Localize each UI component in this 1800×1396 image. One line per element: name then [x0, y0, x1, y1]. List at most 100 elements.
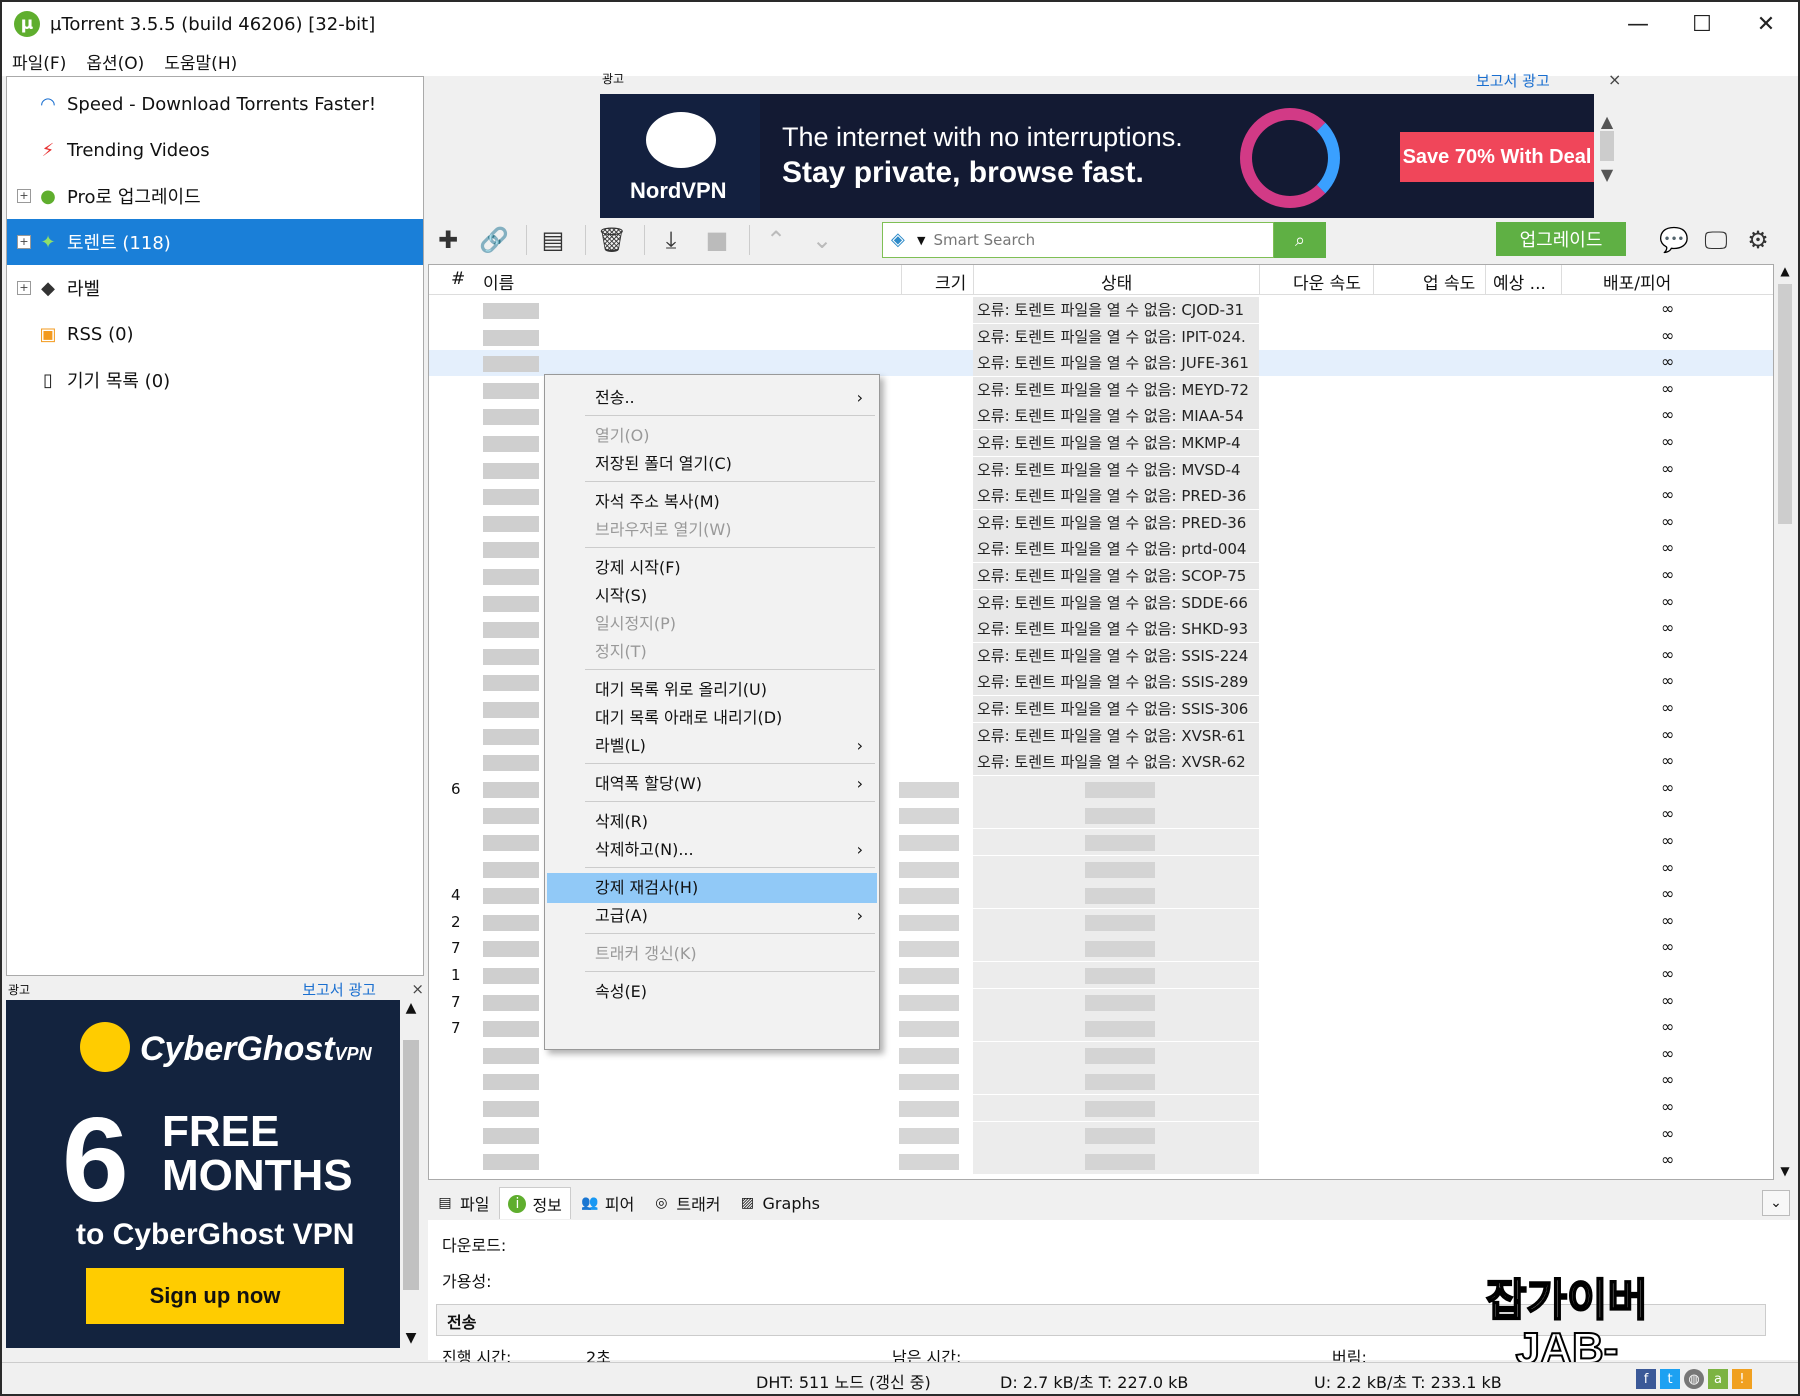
col-up-speed[interactable]: 업 속도: [1423, 269, 1475, 294]
sidebar-item-labels[interactable]: + ◆ 라벨: [7, 265, 423, 311]
stop-icon[interactable]: ■: [697, 220, 737, 260]
nordvpn-ad[interactable]: NordVPN The internet with no interruptio…: [600, 94, 1594, 218]
collapse-panel-icon[interactable]: ⌄: [1762, 1190, 1790, 1216]
gear-icon[interactable]: ⚙: [1738, 220, 1778, 260]
table-row[interactable]: ∞: [429, 1095, 1773, 1121]
tab-peers[interactable]: 👥 피어: [573, 1187, 642, 1219]
smart-search-box[interactable]: ◈ ▼ Smart Search: [882, 222, 1274, 258]
tab-trackers[interactable]: ◎ 트래커: [644, 1187, 728, 1219]
context-menu-item[interactable]: 트래커 갱신(K): [547, 939, 877, 969]
report-ad-link[interactable]: 보고서 광고: [302, 979, 376, 1000]
twitter-icon[interactable]: t: [1660, 1369, 1680, 1389]
download-icon[interactable]: ⤓: [651, 220, 691, 260]
report-ad-link[interactable]: 보고서 광고: [1476, 70, 1550, 91]
left-ad-scrollbar[interactable]: ▲ ▼: [400, 1000, 422, 1348]
sidebar-item-devices[interactable]: ▯ 기기 목록 (0): [7, 357, 423, 403]
tab-graphs[interactable]: ▨ Graphs: [731, 1187, 828, 1219]
table-row[interactable]: 오류: 토렌트 파일을 열 수 없음: IPIT-024. ∞: [429, 323, 1773, 350]
dht-status[interactable]: DHT: 511 노드 (갱신 중): [756, 1369, 931, 1393]
context-menu-item[interactable]: 라벨(L) ›: [547, 731, 877, 761]
sidebar-item-rss[interactable]: ▣ RSS (0): [7, 311, 423, 357]
deal-button[interactable]: Save 70% With Deal: [1400, 132, 1594, 182]
ratio-cell: ∞: [1661, 1123, 1675, 1143]
cyberghost-ad[interactable]: CyberGhostVPN 6 FREE MONTHS to CyberGhost…: [6, 1000, 400, 1348]
expand-icon[interactable]: +: [17, 281, 31, 295]
toolbar: ✚ 🔗 ▤ 🗑 ⤓ ■ ⌃ ⌄ ◈ ▼ Smart Search ⌕ 업그레이드…: [428, 218, 1798, 262]
minimize-button[interactable]: —: [1606, 2, 1670, 46]
context-menu-item[interactable]: 브라우저로 열기(W): [547, 515, 877, 545]
facebook-icon[interactable]: f: [1636, 1369, 1656, 1389]
signup-button[interactable]: Sign up now: [86, 1268, 344, 1324]
context-menu-item[interactable]: 저장된 폴더 열기(C): [547, 449, 877, 479]
expand-icon[interactable]: +: [17, 189, 31, 203]
context-menu-item[interactable]: 고급(A) ›: [547, 901, 877, 931]
move-up-icon[interactable]: ⌃: [756, 220, 796, 260]
col-eta[interactable]: 예상 ...: [1493, 269, 1546, 294]
col-status[interactable]: 상태: [1101, 269, 1132, 294]
download-status[interactable]: D: 2.7 kB/초 T: 227.0 kB: [1000, 1369, 1188, 1393]
context-menu-item[interactable]: 삭제하고(N)... ›: [547, 835, 877, 865]
add-link-icon[interactable]: 🔗: [474, 220, 514, 260]
table-row[interactable]: 오류: 토렌트 파일을 열 수 없음: CJOD-31 ∞: [429, 297, 1773, 323]
context-menu-item[interactable]: 강제 재검사(H): [547, 873, 877, 903]
menu-help[interactable]: 도움말(H): [164, 49, 237, 74]
col-ratio[interactable]: 배포/피어: [1603, 269, 1671, 294]
chat-icon[interactable]: 💬: [1654, 220, 1694, 260]
table-row[interactable]: 오류: 토렌트 파일을 열 수 없음: JUFE-361 ∞: [429, 350, 1773, 377]
context-menu-item[interactable]: 삭제(R): [547, 807, 877, 837]
search-icon[interactable]: ⌕: [1274, 222, 1326, 258]
context-menu-item[interactable]: 대기 목록 위로 올리기(U): [547, 675, 877, 705]
context-menu-item[interactable]: 정지(T): [547, 637, 877, 667]
context-menu-item[interactable]: 자석 주소 복사(M): [547, 487, 877, 517]
tab-info[interactable]: i 정보: [499, 1187, 571, 1219]
status-cell: 오류: 토렌트 파일을 열 수 없음: SCOP-75: [973, 563, 1259, 589]
menu-options[interactable]: 옵션(O): [86, 49, 144, 74]
table-row[interactable]: ∞: [429, 1068, 1773, 1095]
context-menu-item[interactable]: 강제 시작(F): [547, 553, 877, 583]
top-ad-scrollbar[interactable]: ▲ ▼: [1596, 112, 1618, 202]
close-button[interactable]: ✕: [1734, 2, 1798, 46]
context-menu-item[interactable]: 속성(E): [547, 977, 877, 1007]
ratio-cell: ∞: [1661, 618, 1675, 638]
col-size[interactable]: 크기: [935, 269, 966, 294]
search-input[interactable]: Smart Search: [933, 231, 1035, 249]
context-menu-item[interactable]: 대역폭 할당(W) ›: [547, 769, 877, 799]
upload-status[interactable]: U: 2.2 kB/초 T: 233.1 kB: [1314, 1369, 1502, 1393]
status-cell: 오류: 토렌트 파일을 열 수 없음: MIAA-54: [973, 403, 1259, 430]
web-icon[interactable]: ◍: [1684, 1369, 1704, 1389]
add-torrent-icon[interactable]: ✚: [428, 220, 468, 260]
upgrade-button[interactable]: 업그레이드: [1496, 222, 1626, 256]
sidebar-item-torrents[interactable]: + ✦ 토렌트 (118): [7, 219, 423, 265]
warning-icon[interactable]: !: [1732, 1369, 1752, 1389]
table-row[interactable]: ∞: [429, 1148, 1773, 1175]
table-row[interactable]: ∞: [429, 1121, 1773, 1148]
context-menu-item[interactable]: 시작(S): [547, 581, 877, 611]
status-cell: 오류: 토렌트 파일을 열 수 없음: prtd-004: [973, 536, 1259, 563]
lightning-icon: ⚡: [41, 139, 55, 161]
remote-icon[interactable]: 🖵: [1696, 220, 1736, 260]
context-menu-item[interactable]: 전송.. ›: [547, 383, 877, 413]
expand-icon[interactable]: +: [17, 235, 31, 249]
close-ad-icon[interactable]: ×: [1608, 70, 1621, 89]
col-num[interactable]: #: [451, 269, 465, 289]
nordvpn-logo-icon: NordVPN: [600, 94, 760, 218]
delete-icon[interactable]: 🗑: [592, 220, 632, 260]
create-torrent-icon[interactable]: ▤: [533, 220, 573, 260]
menu-file[interactable]: 파일(F): [12, 49, 66, 74]
context-menu-item[interactable]: 일시정지(P): [547, 609, 877, 639]
sidebar-item-trending[interactable]: ⚡ Trending Videos: [7, 127, 423, 173]
context-menu-item[interactable]: 열기(O): [547, 421, 877, 451]
chevron-down-icon[interactable]: ▼: [917, 234, 925, 247]
context-menu-item[interactable]: 대기 목록 아래로 내리기(D): [547, 703, 877, 733]
col-name[interactable]: 이름: [483, 269, 514, 294]
maximize-button[interactable]: ☐: [1670, 2, 1734, 46]
status-cell: 오류: 토렌트 파일을 열 수 없음: SDDE-66: [973, 589, 1259, 616]
move-down-icon[interactable]: ⌄: [802, 220, 842, 260]
tab-files[interactable]: ▤ 파일: [428, 1187, 497, 1219]
sidebar-item-speed[interactable]: ◠ Speed - Download Torrents Faster!: [7, 81, 423, 127]
close-ad-icon[interactable]: ×: [411, 980, 424, 998]
list-scrollbar[interactable]: ▲ ▼: [1774, 264, 1796, 1180]
sidebar-item-upgrade[interactable]: + ● Pro로 업그레이드: [7, 173, 423, 219]
col-down-speed[interactable]: 다운 속도: [1293, 269, 1361, 294]
android-icon[interactable]: a: [1708, 1369, 1728, 1389]
